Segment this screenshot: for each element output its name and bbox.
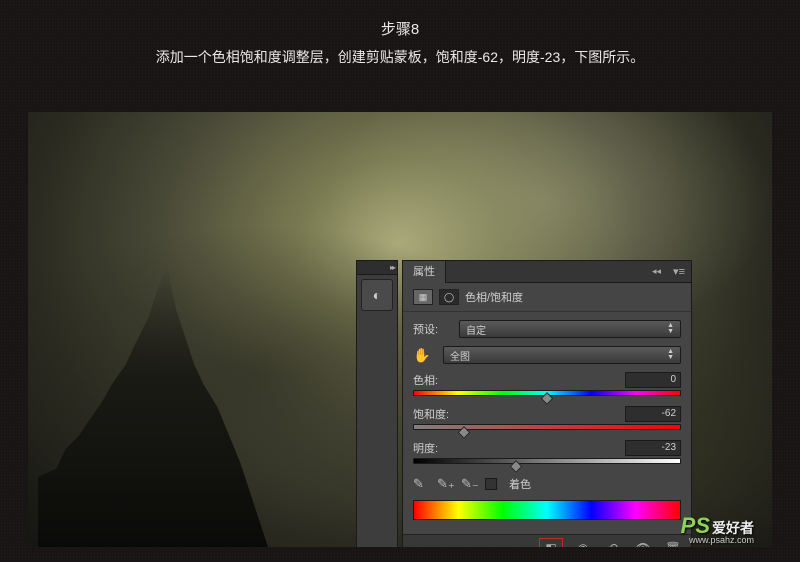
lightness-track	[413, 458, 681, 464]
mini-toolbar: ▸▸ ◐	[356, 260, 398, 547]
watermark-url: www.psahz.com	[689, 535, 754, 545]
clip-to-layer-button[interactable]: ◧	[539, 538, 563, 548]
lightness-value[interactable]: -23	[625, 440, 681, 456]
view-previous-button[interactable]: ◉	[573, 539, 593, 548]
panel-body: 预设: 自定 ▲▼ ✋ 全图 ▲▼ 色相: 0	[403, 312, 691, 534]
spectrum-bar[interactable]	[413, 500, 681, 520]
panel-footer: ◧ ◉ ↶ 👁 🗑	[403, 534, 691, 547]
properties-panel: 属性 ◂◂ ▾≡ ▦ ◯ 色相/饱和度 预设: 自定 ▲▼ ✋	[402, 260, 692, 547]
scope-dropdown[interactable]: 全图 ▲▼	[443, 346, 681, 364]
preset-label: 预设:	[413, 321, 453, 337]
toolbar-head[interactable]: ▸▸	[357, 261, 397, 275]
panel-group: ▸▸ ◐ 属性 ◂◂ ▾≡ ▦ ◯ 色相/饱和度 预设: 自定 ▲▼	[356, 260, 692, 547]
lightness-slider[interactable]	[413, 458, 681, 468]
hue-value[interactable]: 0	[625, 372, 681, 388]
watermark: PS 爱好者 www.psahz.com	[681, 513, 754, 539]
saturation-slider-row: 饱和度: -62	[413, 406, 681, 434]
delete-button[interactable]: 🗑	[663, 539, 683, 548]
saturation-value[interactable]: -62	[625, 406, 681, 422]
preset-row: 预设: 自定 ▲▼	[413, 320, 681, 338]
tutorial-header: 步骤8 添加一个色相饱和度调整层，创建剪贴蒙板，饱和度-62，明度-23，下图所…	[0, 0, 800, 75]
mask-icon[interactable]: ◯	[439, 289, 459, 305]
reset-button[interactable]: ↶	[603, 539, 623, 548]
adjustment-type-row: ▦ ◯ 色相/饱和度	[403, 283, 691, 312]
panel-menu-icon[interactable]: ▾≡	[667, 265, 691, 278]
step-description: 添加一个色相饱和度调整层，创建剪贴蒙板，饱和度-62，明度-23，下图所示。	[0, 47, 800, 67]
saturation-slider[interactable]	[413, 424, 681, 434]
collapse-arrows-icon: ▸▸	[390, 263, 394, 272]
adjustment-icon: ▦	[413, 289, 433, 305]
scope-value: 全图	[450, 348, 470, 363]
hue-label: 色相:	[413, 372, 438, 388]
adjustments-icon-button[interactable]: ◐	[361, 279, 393, 311]
eyedropper-row: ✎ ✎₊ ✎₋ 着色	[413, 476, 681, 492]
colorize-label: 着色	[509, 476, 531, 492]
collapse-icon[interactable]: ◂◂	[652, 266, 667, 277]
step-title: 步骤8	[0, 18, 800, 39]
panel-header: 属性 ◂◂ ▾≡	[403, 261, 691, 283]
image-canvas: ▸▸ ◐ 属性 ◂◂ ▾≡ ▦ ◯ 色相/饱和度 预设: 自定 ▲▼	[28, 112, 772, 547]
dropdown-arrows-icon: ▲▼	[667, 323, 674, 335]
lightness-label: 明度:	[413, 440, 438, 456]
saturation-track	[413, 424, 681, 430]
hue-slider-row: 色相: 0	[413, 372, 681, 400]
saturation-label: 饱和度:	[413, 406, 449, 422]
hue-slider[interactable]	[413, 390, 681, 400]
colorize-checkbox[interactable]	[485, 478, 497, 490]
visibility-button[interactable]: 👁	[633, 539, 653, 548]
lightness-slider-row: 明度: -23	[413, 440, 681, 468]
dropdown-arrows-icon: ▲▼	[667, 349, 674, 361]
preset-dropdown[interactable]: 自定 ▲▼	[459, 320, 681, 338]
eyedropper-icon[interactable]: ✎	[413, 476, 429, 492]
adjustment-label: 色相/饱和度	[465, 289, 523, 305]
preset-value: 自定	[466, 322, 486, 337]
scrubby-hand-icon[interactable]: ✋	[413, 347, 437, 364]
scope-row: ✋ 全图 ▲▼	[413, 346, 681, 364]
properties-tab[interactable]: 属性	[403, 261, 446, 283]
eyedropper-plus-icon[interactable]: ✎₊	[437, 476, 453, 492]
eyedropper-minus-icon[interactable]: ✎₋	[461, 476, 477, 492]
